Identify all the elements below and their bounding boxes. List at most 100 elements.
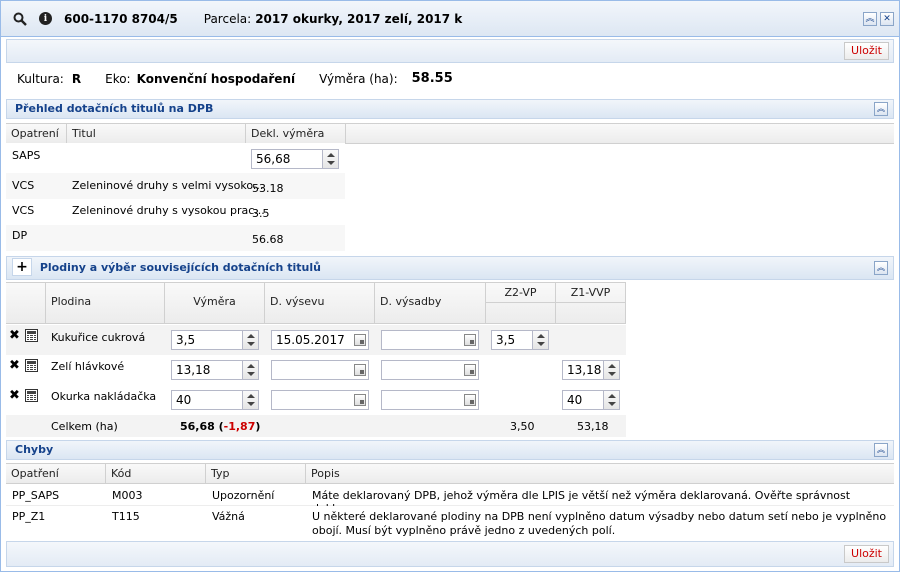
overview-section-header[interactable]: Přehled dotačních titulů na DPB ︽ xyxy=(6,99,894,119)
calculator-row-2-icon[interactable] xyxy=(25,359,38,372)
overview-grid-header: Opatrení Titul Dekl. výměra xyxy=(6,123,894,144)
top-toolbar: Uložit xyxy=(6,39,894,63)
error-row-2-code: T115 xyxy=(112,510,140,523)
crop-row-3-sowing-date[interactable] xyxy=(271,390,369,410)
calendar-icon[interactable] xyxy=(354,394,366,406)
overview-title: Přehled dotačních titulů na DPB xyxy=(15,102,214,115)
error-row-2-measure: PP_Z1 xyxy=(12,510,46,523)
crops-grid-header: Plodina Výměra D. výsevu D. výsadby Z2-V… xyxy=(6,282,626,324)
crops-section-header[interactable]: + Plodiny a výběr souvisejících dotačníc… xyxy=(6,256,894,280)
spinner-arrows-icon[interactable] xyxy=(242,361,258,379)
crops-collapse-button[interactable]: ︽ xyxy=(874,261,888,275)
error-row-2-type: Vážná xyxy=(212,510,245,523)
calendar-icon[interactable] xyxy=(464,334,476,346)
eko-value: Konvenční hospodaření xyxy=(136,71,296,86)
crop-row-3-planting-date[interactable] xyxy=(381,390,479,410)
errors-title: Chyby xyxy=(15,443,54,456)
calculator-row-1-icon[interactable] xyxy=(25,329,38,342)
crop-row-2-z1-spinner[interactable]: 13,18 xyxy=(562,360,620,380)
add-crop-button[interactable]: + xyxy=(12,258,32,276)
overview-row-1-measure: SAPS xyxy=(12,149,41,162)
overview-row-4-area: 56.68 xyxy=(252,233,284,246)
save-button-top[interactable]: Uložit xyxy=(844,42,889,60)
crop-row-3-area-spinner[interactable]: 40 xyxy=(171,390,259,410)
eko-label: Eko: xyxy=(105,71,131,86)
saps-area-spinner[interactable]: 56,68 xyxy=(251,149,339,169)
area-value: 58.55 xyxy=(411,71,453,86)
error-row-1-type: Upozornění xyxy=(212,489,275,502)
crop-row-1-sowing-date[interactable]: 15.05.2017 xyxy=(271,330,369,350)
crop-row-1-area-spinner[interactable]: 3,5 xyxy=(171,330,259,350)
col-err-kod[interactable]: Kód xyxy=(106,464,206,483)
col-z2-vp[interactable]: Z2-VP xyxy=(486,283,556,323)
overview-row-2-measure: VCS xyxy=(12,179,35,192)
total-label: Celkem (ha) xyxy=(51,420,118,433)
spinner-arrows-icon[interactable] xyxy=(532,331,548,349)
col-vymera[interactable]: Výměra xyxy=(165,283,265,323)
delete-row-1-icon[interactable]: ✖ xyxy=(9,328,20,343)
parcel-info: Kultura: R Eko: Konvenční hospodaření Vý… xyxy=(17,71,453,86)
spinner-arrows-icon[interactable] xyxy=(603,391,619,409)
col-titul[interactable]: Titul xyxy=(67,124,246,143)
spinner-arrows-icon[interactable] xyxy=(242,391,258,409)
crop-row-3-name: Okurka nakládačka xyxy=(51,390,157,403)
errors-grid-header: Opatření Kód Typ Popis xyxy=(6,463,894,484)
total-z1: 53,18 xyxy=(577,420,609,433)
total-z2: 3,50 xyxy=(510,420,535,433)
overview-row-2-area: 53.18 xyxy=(252,182,284,195)
parcel-id: 600-1170 8704/5 xyxy=(64,11,178,26)
errors-section-header[interactable]: Chyby ︽ xyxy=(6,440,894,460)
crops-title: Plodiny a výběr souvisejících dotačních … xyxy=(39,261,321,274)
crop-row-1-planting-date[interactable] xyxy=(381,330,479,350)
overview-row-2-title: Zeleninové druhy s velmi vysoko... xyxy=(72,179,264,192)
parcel-label: Parcela: xyxy=(203,11,252,26)
calculator-row-3-icon[interactable] xyxy=(25,389,38,402)
delete-row-2-icon[interactable]: ✖ xyxy=(9,358,20,373)
col-d-vysevu[interactable]: D. výsevu xyxy=(265,283,375,323)
close-window-button[interactable]: ✕ xyxy=(880,12,894,26)
col-err-opatreni[interactable]: Opatření xyxy=(6,464,106,483)
delete-row-3-icon[interactable]: ✖ xyxy=(9,388,20,403)
parcel-window: i 600-1170 8704/5 Parcela: 2017 okurky, … xyxy=(0,0,900,572)
overview-collapse-button[interactable]: ︽ xyxy=(874,102,888,116)
collapse-window-button[interactable]: ︽ xyxy=(863,12,877,26)
culture-value: R xyxy=(71,71,82,86)
calendar-icon[interactable] xyxy=(464,394,476,406)
crop-row-2-area-spinner[interactable]: 13,18 xyxy=(171,360,259,380)
info-icon[interactable]: i xyxy=(39,12,52,25)
save-button-bottom[interactable]: Uložit xyxy=(844,545,889,563)
parcel-value: 2017 okurky, 2017 zelí, 2017 k xyxy=(255,11,463,26)
crop-row-1-name: Kukuřice cukrová xyxy=(51,331,146,344)
errors-collapse-button[interactable]: ︽ xyxy=(874,443,888,457)
total-area: 56,68 (-1,87) xyxy=(180,420,261,433)
col-err-popis[interactable]: Popis xyxy=(306,464,894,483)
col-z1-vvp[interactable]: Z1-VVP xyxy=(556,283,626,323)
error-row-2-desc: U některé deklarované plodiny na DPB nen… xyxy=(312,510,887,537)
col-plodina[interactable]: Plodina xyxy=(46,283,165,323)
crop-row-2-planting-date[interactable] xyxy=(381,360,479,380)
overview-row-3-area: 3.5 xyxy=(252,207,270,220)
overview-row-4-measure: DP xyxy=(12,229,28,242)
search-icon[interactable] xyxy=(13,12,27,26)
col-err-typ[interactable]: Typ xyxy=(206,464,306,483)
spinner-arrows-icon[interactable] xyxy=(603,361,619,379)
col-opatreni[interactable]: Opatrení xyxy=(6,124,67,143)
col-d-vysadby[interactable]: D. výsadby xyxy=(375,283,486,323)
crop-row-2-sowing-date[interactable] xyxy=(271,360,369,380)
overview-row-3-title: Zeleninové druhy s vysokou prac... xyxy=(72,204,265,217)
total-diff: -1,87 xyxy=(223,420,256,433)
crop-row-3-z1-spinner[interactable]: 40 xyxy=(562,390,620,410)
area-label: Výměra (ha): xyxy=(319,71,398,86)
overview-row-3-measure: VCS xyxy=(12,204,35,217)
culture-label: Kultura: xyxy=(17,71,64,86)
spinner-arrows-icon[interactable] xyxy=(322,150,338,168)
calendar-icon[interactable] xyxy=(354,334,366,346)
crop-row-1-z2-spinner[interactable]: 3,5 xyxy=(491,330,549,350)
calendar-icon[interactable] xyxy=(464,364,476,376)
error-row-1-code: M003 xyxy=(112,489,143,502)
error-row-1-measure: PP_SAPS xyxy=(12,489,60,502)
col-dekl-vymera[interactable]: Dekl. výměra xyxy=(246,124,346,143)
spinner-arrows-icon[interactable] xyxy=(242,331,258,349)
calendar-icon[interactable] xyxy=(354,364,366,376)
title-bar: i 600-1170 8704/5 Parcela: 2017 okurky, … xyxy=(1,1,899,37)
